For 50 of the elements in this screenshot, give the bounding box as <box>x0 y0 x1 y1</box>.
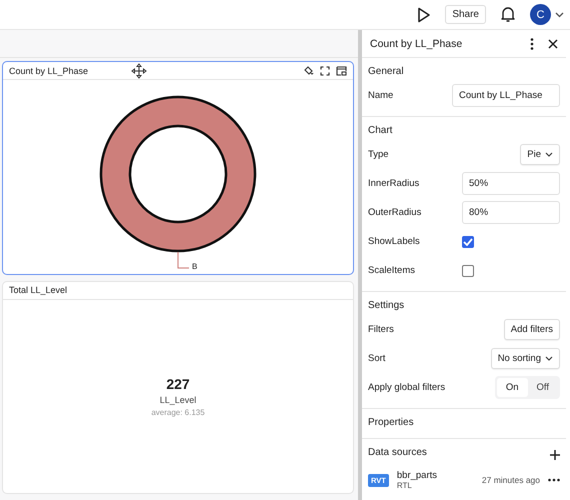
add-filters-button[interactable]: Add filters <box>504 319 560 340</box>
source-time: 27 minutes ago <box>482 475 540 485</box>
toggle-option[interactable]: On <box>496 378 528 397</box>
field-label: Sort <box>368 353 386 364</box>
kpi-value: 227 <box>166 376 190 392</box>
name-field[interactable]: Count by LL_Phase <box>452 84 560 107</box>
chevron-down-icon <box>545 356 553 361</box>
field-label: Type <box>368 149 389 160</box>
sort-dropdown[interactable]: No sorting <box>490 348 560 369</box>
kpi-label: LL_Level <box>160 394 196 405</box>
field-label: Filters <box>368 324 394 335</box>
more-icon[interactable] <box>548 478 560 482</box>
paint-bucket-icon[interactable] <box>303 65 314 76</box>
field-label: ShowLabels <box>368 236 420 247</box>
section-heading: Settings <box>368 300 406 311</box>
field-label: Name <box>368 90 394 101</box>
panel-title: Count by LL_Phase <box>370 38 464 50</box>
toggle-option[interactable]: Off <box>528 378 558 397</box>
radius-field[interactable]: 50% <box>462 172 560 195</box>
type-dropdown[interactable]: Pie <box>520 144 560 165</box>
move-icon[interactable] <box>131 63 147 79</box>
share-button[interactable]: Share <box>445 5 486 24</box>
source-type: RTL <box>396 481 413 490</box>
checkbox[interactable] <box>462 236 474 248</box>
bell-icon[interactable] <box>500 6 516 23</box>
field-label: Apply global filters <box>368 382 446 393</box>
radius-field[interactable]: 80% <box>462 201 560 224</box>
field-label: InnerRadius <box>368 178 420 189</box>
section-heading: Properties <box>368 417 415 428</box>
field-label: ScaleItems <box>368 265 415 276</box>
chevron-down-icon <box>545 152 553 157</box>
leader-line <box>178 252 190 268</box>
play-icon[interactable] <box>417 6 432 22</box>
kpi-subtext: average: 6.135 <box>151 408 205 417</box>
add-icon[interactable] <box>550 450 560 460</box>
slice-label: B <box>192 262 198 271</box>
close-icon[interactable] <box>548 38 558 48</box>
card-title: Count by LL_Phase <box>9 66 88 76</box>
checkbox[interactable] <box>462 264 474 276</box>
chevron-down-icon[interactable] <box>555 12 564 18</box>
field-label: OuterRadius <box>368 207 422 218</box>
window-icon[interactable] <box>336 66 347 76</box>
section-heading: Chart <box>368 125 394 136</box>
section-heading: General <box>368 66 405 77</box>
source-name: bbr_parts <box>396 470 438 481</box>
more-icon[interactable] <box>530 38 534 50</box>
avatar[interactable]: C <box>530 4 551 25</box>
section-heading: Data sources <box>368 447 427 458</box>
expand-icon[interactable] <box>320 66 330 76</box>
card-title: Total LL_Level <box>9 285 68 295</box>
